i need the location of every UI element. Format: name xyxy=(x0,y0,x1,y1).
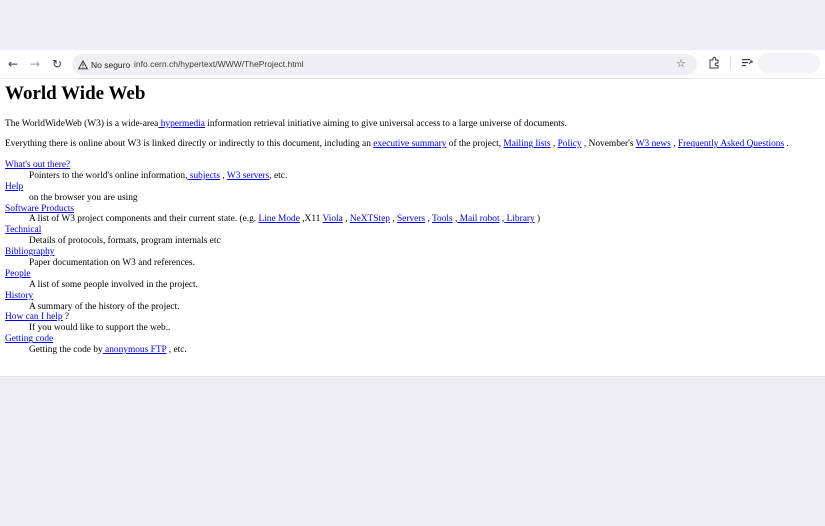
desc-text: Getting the code by xyxy=(29,345,103,356)
page-content: World Wide Web The WorldWideWeb (W3) is … xyxy=(5,82,820,355)
list-term: Software Products xyxy=(5,204,805,215)
profile-area[interactable] xyxy=(758,53,820,73)
forward-arrow-icon[interactable]: → xyxy=(26,55,44,73)
security-indicator[interactable]: No seguro xyxy=(78,58,130,71)
page-title: World Wide Web xyxy=(5,83,146,104)
anonymous-ftp-link[interactable]: anonymous FTP xyxy=(103,345,166,355)
mail-robot-link[interactable]: Mail robot xyxy=(457,214,500,224)
list-description: on the browser you are using xyxy=(29,192,138,203)
list-term: Technical xyxy=(5,225,805,236)
desc-text: , xyxy=(425,214,432,225)
browser-toolbar: ← → ↻ No seguro info.cern.ch/hypertext/W… xyxy=(0,50,825,79)
getting-code-link[interactable]: Getting code xyxy=(5,334,53,344)
servers-link[interactable]: Servers xyxy=(397,214,425,224)
hypermedia-link[interactable]: hypermedia xyxy=(158,119,205,129)
overview-text-3: , xyxy=(550,139,558,149)
history-link[interactable]: History xyxy=(5,291,33,301)
desc-text: Pointers to the world's online informati… xyxy=(29,170,188,181)
list-term: How can I help ? xyxy=(5,312,805,323)
list-term: Help xyxy=(5,182,805,193)
desc-text: A list of W3 project components and thei… xyxy=(29,214,259,225)
how-can-i-help-link[interactable]: How can I help xyxy=(5,312,63,322)
address-bar[interactable]: No seguro info.cern.ch/hypertext/WWW/The… xyxy=(72,54,697,75)
desc-text: , xyxy=(220,170,227,181)
bookmark-star-icon[interactable]: ☆ xyxy=(676,57,686,70)
w3-news-link[interactable]: W3 news xyxy=(636,139,671,149)
desc-text: , xyxy=(389,214,397,225)
viola-link[interactable]: Viola xyxy=(323,214,343,224)
w3-servers-link[interactable]: W3 servers xyxy=(227,171,269,181)
subjects-link[interactable]: subjects xyxy=(187,171,220,181)
bibliography-link[interactable]: Bibliography xyxy=(5,247,54,257)
line-mode-link[interactable]: Line Mode xyxy=(258,214,299,224)
technical-link[interactable]: Technical xyxy=(5,225,41,235)
list-term: Bibliography xyxy=(5,247,805,258)
intro-paragraph: The WorldWideWeb (W3) is a wide-area hyp… xyxy=(5,118,567,130)
overview-paragraph: Everything there is online about W3 is l… xyxy=(5,138,789,150)
executive-summary-link[interactable]: executive summary xyxy=(373,139,446,149)
nextstep-link[interactable]: NeXTStep xyxy=(350,214,390,224)
policy-link[interactable]: Policy xyxy=(558,139,582,149)
desc-text: ,X11 xyxy=(299,214,323,225)
list-description: A summary of the history of the project. xyxy=(29,301,180,312)
list-description: Getting the code by anonymous FTP , etc. xyxy=(5,345,805,356)
overview-text-5: , xyxy=(670,139,678,149)
intro-text-end: information retrieval initiative aiming … xyxy=(204,119,567,129)
desc-text: ) xyxy=(534,214,541,225)
browser-window: ← → ↻ No seguro info.cern.ch/hypertext/W… xyxy=(0,50,825,376)
overview-text-4: , November's xyxy=(581,139,636,149)
desc-text: , xyxy=(342,214,350,225)
list-term: History xyxy=(5,291,805,302)
list-description: Details of protocols, formats, program i… xyxy=(29,236,221,247)
overview-text-2: of the project, xyxy=(446,139,504,149)
list-term: Getting code xyxy=(5,334,805,345)
back-arrow-icon[interactable]: ← xyxy=(4,55,22,73)
security-label: No seguro xyxy=(91,59,131,70)
url-text[interactable]: info.cern.ch/hypertext/WWW/TheProject.ht… xyxy=(134,58,304,71)
desc-text: , etc. xyxy=(166,345,187,356)
list-term: What's out there? xyxy=(5,160,805,171)
overview-text: Everything there is online about W3 is l… xyxy=(5,139,374,149)
list-description: If you would like to support the web.. xyxy=(29,323,171,334)
list-description: Pointers to the world's online informati… xyxy=(5,171,805,182)
people-link[interactable]: People xyxy=(5,269,31,279)
extensions-puzzle-icon[interactable] xyxy=(707,56,721,70)
term-suffix: ? xyxy=(62,312,70,323)
desc-text: , etc. xyxy=(269,170,288,181)
list-description: A list of some people involved in the pr… xyxy=(29,279,198,290)
faq-link[interactable]: Frequently Asked Questions xyxy=(678,139,784,149)
toolbar-divider xyxy=(730,57,731,70)
help-link[interactable]: Help xyxy=(5,182,23,192)
list-description: A list of W3 project components and thei… xyxy=(5,214,805,225)
list-term: People xyxy=(5,269,805,280)
intro-text: The WorldWideWeb (W3) is a wide-area xyxy=(5,119,159,129)
list-description: Paper documentation on W3 and references… xyxy=(29,258,195,269)
tools-link[interactable]: Tools xyxy=(432,214,453,224)
software-products-link[interactable]: Software Products xyxy=(5,204,74,214)
reading-list-icon[interactable] xyxy=(740,56,754,70)
mailing-lists-link[interactable]: Mailing lists xyxy=(503,139,550,149)
reload-icon[interactable]: ↻ xyxy=(48,55,66,73)
warning-triangle-icon xyxy=(78,59,88,69)
overview-text-6: . xyxy=(784,139,789,149)
whats-out-there-link[interactable]: What's out there? xyxy=(5,160,70,170)
topics-list: What's out there? Pointers to the world'… xyxy=(5,160,805,356)
library-link[interactable]: Library xyxy=(504,214,535,224)
